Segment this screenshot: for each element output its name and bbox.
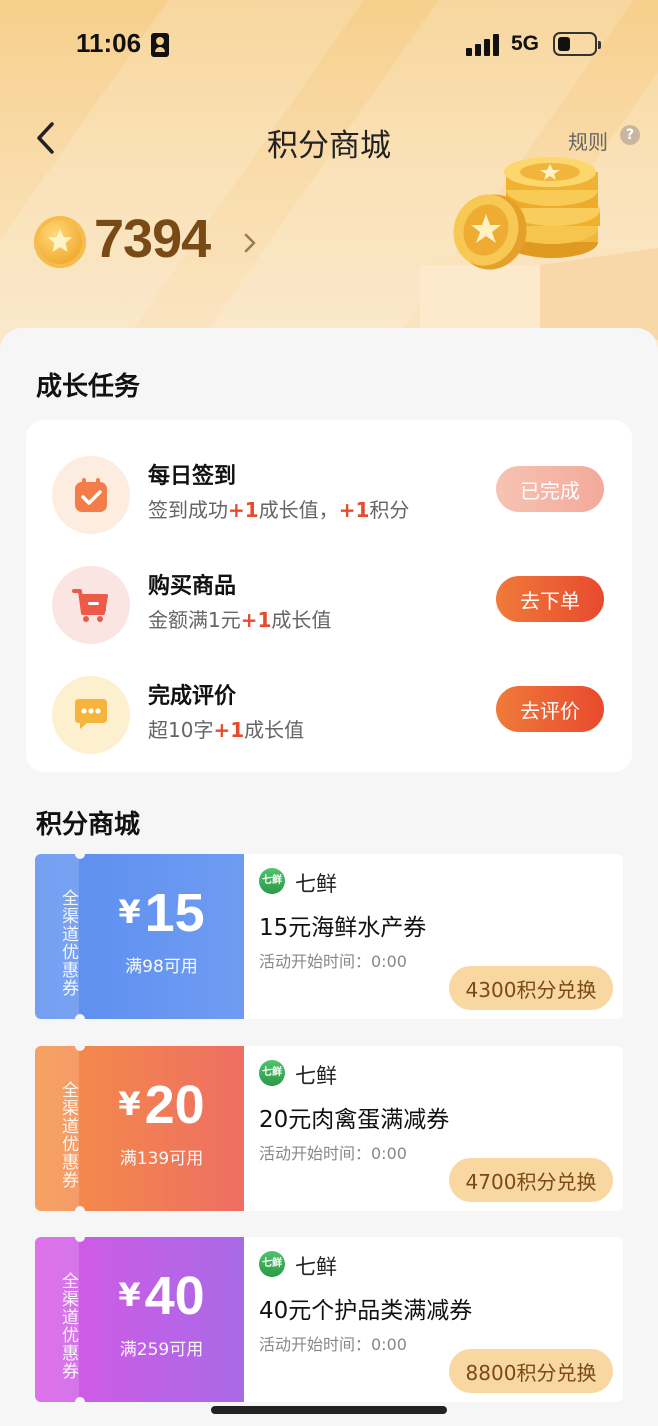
shop-name: 七鲜 xyxy=(295,1064,337,1088)
points-balance[interactable]: 7394 xyxy=(94,208,211,270)
tasks-section-title: 成长任务 xyxy=(36,372,141,402)
coupon-start-time: 活动开始时间：0:00 xyxy=(259,1144,407,1163)
task-completed-button[interactable]: 已完成 xyxy=(496,466,604,512)
coupon-title: 20元肉禽蛋满减券 xyxy=(259,1107,450,1133)
coupon-channel-tag: 全渠道优惠券 xyxy=(35,1237,79,1402)
coupon-channel-tag: 全渠道优惠券 xyxy=(35,1046,79,1211)
coin-stack-illustration xyxy=(420,157,658,340)
tasks-card: 每日签到 签到成功+1成长值，+1积分 已完成 购买商品 金额满1元+1成长值 … xyxy=(26,420,632,772)
contact-card-icon xyxy=(151,33,169,57)
status-bar: 11:06 5G xyxy=(0,0,658,90)
redeem-button[interactable]: 8800积分兑换 xyxy=(449,1349,613,1393)
coupon-channel-tag: 全渠道优惠券 xyxy=(35,854,79,1019)
signal-icon xyxy=(466,34,500,56)
status-time: 11:06 xyxy=(76,28,142,58)
network-label: 5G xyxy=(511,32,540,55)
coupon-title: 15元海鲜水产券 xyxy=(259,915,427,941)
ticket-notch xyxy=(75,1397,85,1402)
ticket-notch xyxy=(75,1237,85,1242)
battery-icon xyxy=(553,32,601,56)
task-row-purchase: 购买商品 金额满1元+1成长值 去下单 xyxy=(26,556,632,656)
shop-logo: 七鲜 xyxy=(259,868,285,894)
go-review-button[interactable]: 去评价 xyxy=(496,686,604,732)
shop-logo: 七鲜 xyxy=(259,1060,285,1086)
redeem-button[interactable]: 4300积分兑换 xyxy=(449,966,613,1010)
coupon-card[interactable]: 全渠道优惠券 ¥20 满139可用 七鲜 七鲜 20元肉禽蛋满减券 活动开始时间… xyxy=(35,1046,623,1211)
coupon-value-panel: 全渠道优惠券 ¥40 满259可用 xyxy=(35,1237,244,1402)
home-indicator[interactable] xyxy=(211,1406,447,1414)
help-icon[interactable]: ? xyxy=(620,125,640,145)
coupon-condition: 满98可用 xyxy=(125,957,198,977)
ticket-notch xyxy=(75,1014,85,1019)
task-row-daily-checkin: 每日签到 签到成功+1成长值，+1积分 已完成 xyxy=(26,446,632,546)
mall-section-title: 积分商城 xyxy=(36,810,141,840)
redeem-button[interactable]: 4700积分兑换 xyxy=(449,1158,613,1202)
points-coin-icon xyxy=(34,216,86,268)
coupon-start-time: 活动开始时间：0:00 xyxy=(259,952,407,971)
ticket-notch xyxy=(75,1046,85,1051)
coupon-amount: ¥15 xyxy=(118,883,205,943)
coupon-card[interactable]: 全渠道优惠券 ¥40 满259可用 七鲜 七鲜 40元个护品类满减券 活动开始时… xyxy=(35,1237,623,1402)
task-name: 每日签到 xyxy=(148,464,237,489)
coupon-card[interactable]: 全渠道优惠券 ¥15 满98可用 七鲜 七鲜 15元海鲜水产券 活动开始时间：0… xyxy=(35,854,623,1019)
shop-name: 七鲜 xyxy=(295,872,337,896)
coupon-condition: 满139可用 xyxy=(119,1149,204,1169)
shop-name: 七鲜 xyxy=(295,1255,337,1279)
coupon-value-panel: 全渠道优惠券 ¥15 满98可用 xyxy=(35,854,244,1019)
cart-icon xyxy=(52,566,130,644)
go-order-button[interactable]: 去下单 xyxy=(496,576,604,622)
coupon-value-panel: 全渠道优惠券 ¥20 满139可用 xyxy=(35,1046,244,1211)
task-desc: 金额满1元+1成长值 xyxy=(148,608,332,632)
task-row-review: 完成评价 超10字+1成长值 去评价 xyxy=(26,666,632,766)
chat-bubble-icon xyxy=(52,676,130,754)
coupon-title: 40元个护品类满减券 xyxy=(259,1298,473,1324)
ticket-notch xyxy=(75,854,85,859)
task-desc: 超10字+1成长值 xyxy=(148,718,305,742)
shop-logo: 七鲜 xyxy=(259,1251,285,1277)
coupon-start-time: 活动开始时间：0:00 xyxy=(259,1335,407,1354)
chevron-right-icon[interactable] xyxy=(240,230,260,256)
ticket-notch xyxy=(75,1206,85,1211)
task-desc: 签到成功+1成长值，+1积分 xyxy=(148,498,410,522)
task-name: 购买商品 xyxy=(148,574,237,599)
calendar-check-icon xyxy=(52,456,130,534)
task-name: 完成评价 xyxy=(148,684,237,709)
coupon-condition: 满259可用 xyxy=(119,1340,204,1360)
coupon-amount: ¥40 xyxy=(118,1266,205,1326)
coupon-amount: ¥20 xyxy=(118,1075,205,1135)
